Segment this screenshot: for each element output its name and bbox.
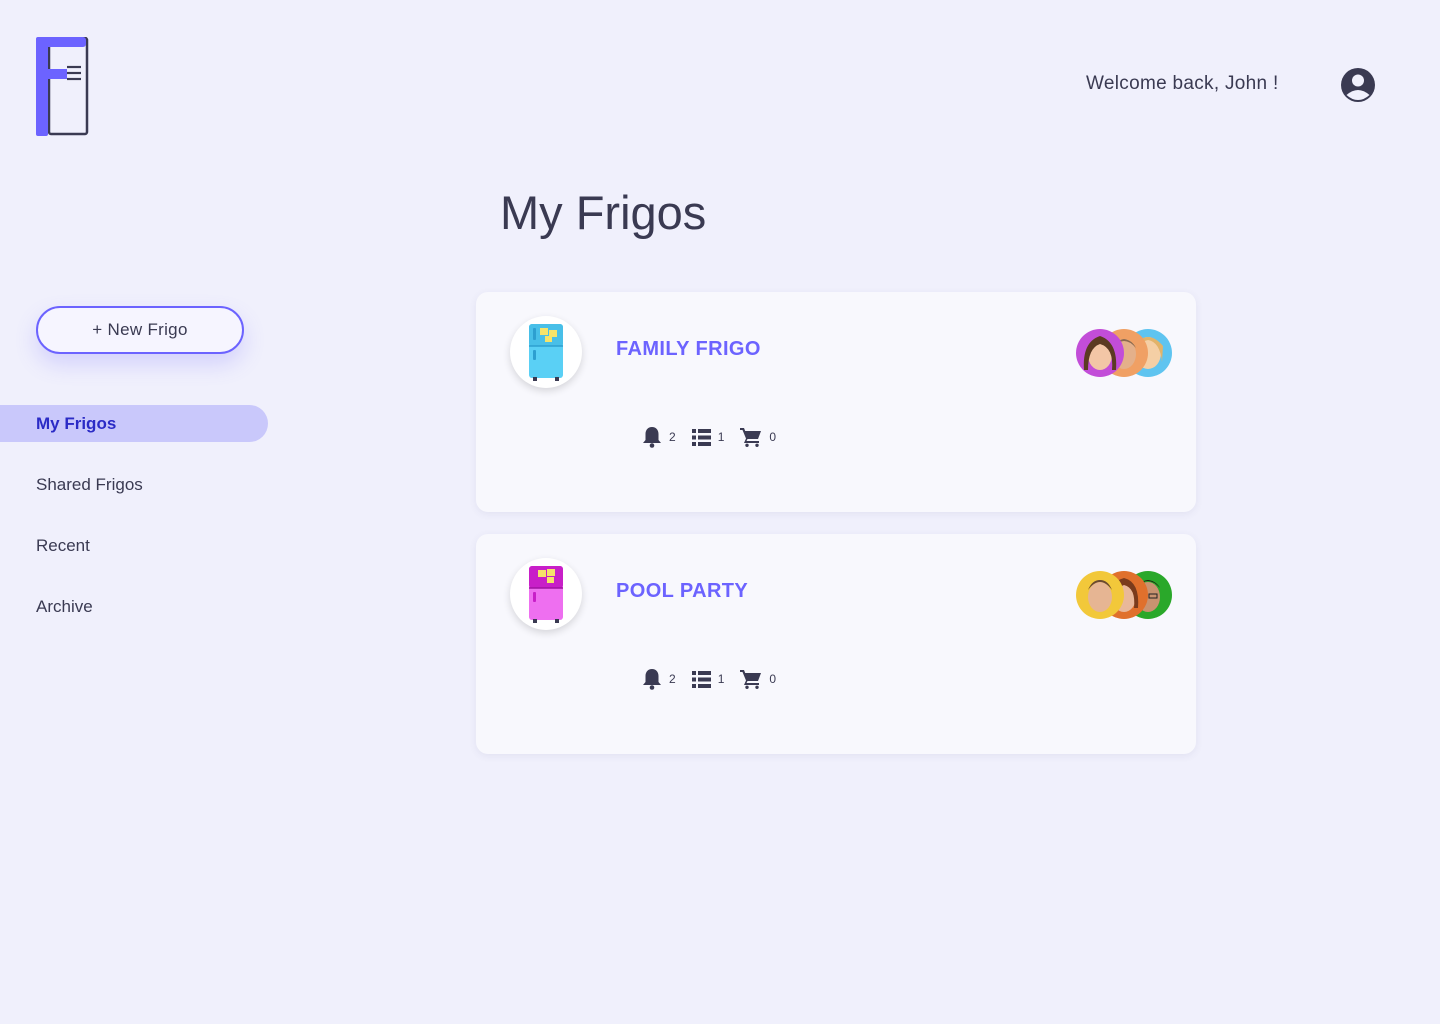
frigo-name: POOL PARTY <box>616 580 749 602</box>
cart-icon <box>740 428 762 447</box>
frigo-card-pool-party[interactable]: POOL PARTY 2 1 0 <box>476 534 1196 754</box>
member-avatars[interactable] <box>1076 328 1176 378</box>
cart-stat[interactable]: 0 <box>740 427 776 447</box>
frigo-card-family[interactable]: FAMILY FRIGO 2 1 0 <box>476 292 1196 512</box>
account-circle-icon[interactable] <box>1340 67 1376 103</box>
lists-stat[interactable]: 1 <box>691 670 725 688</box>
new-frigo-button[interactable]: + New Frigo <box>36 306 244 354</box>
sidebar-nav: My Frigos Shared Frigos Recent Archive <box>0 405 268 649</box>
member-avatar <box>1076 329 1124 377</box>
cart-count: 0 <box>769 430 777 444</box>
frigo-stats: 2 1 0 <box>642 668 792 690</box>
frigo-stats: 2 1 0 <box>642 426 792 448</box>
list-icon <box>691 428 711 446</box>
fridge-icon <box>529 566 563 623</box>
fridge-icon <box>529 324 563 381</box>
fridge-avatar <box>510 316 582 388</box>
sidebar-item-archive[interactable]: Archive <box>0 588 268 625</box>
member-avatars[interactable] <box>1076 570 1176 620</box>
frigo-name: FAMILY FRIGO <box>616 338 761 360</box>
notifications-count: 2 <box>669 430 676 444</box>
bell-icon <box>643 669 661 690</box>
sidebar-item-recent[interactable]: Recent <box>0 527 268 564</box>
lists-count: 1 <box>717 672 725 686</box>
fridge-avatar <box>510 558 582 630</box>
cart-icon <box>740 670 762 689</box>
member-avatar <box>1076 571 1124 619</box>
notifications-count: 2 <box>669 672 676 686</box>
notifications-stat[interactable]: 2 <box>642 668 676 690</box>
sidebar-item-shared-frigos[interactable]: Shared Frigos <box>0 466 268 503</box>
cart-stat[interactable]: 0 <box>740 669 776 689</box>
cart-count: 0 <box>769 672 777 686</box>
sidebar-item-my-frigos[interactable]: My Frigos <box>0 405 268 442</box>
notifications-stat[interactable]: 2 <box>642 426 676 448</box>
lists-count: 1 <box>717 430 725 444</box>
lists-stat[interactable]: 1 <box>691 428 725 446</box>
list-icon <box>691 670 711 688</box>
welcome-message: Welcome back, John ! <box>1086 73 1279 94</box>
bell-icon <box>643 427 661 448</box>
page-title: My Frigos <box>500 186 707 239</box>
app-logo <box>36 37 89 136</box>
